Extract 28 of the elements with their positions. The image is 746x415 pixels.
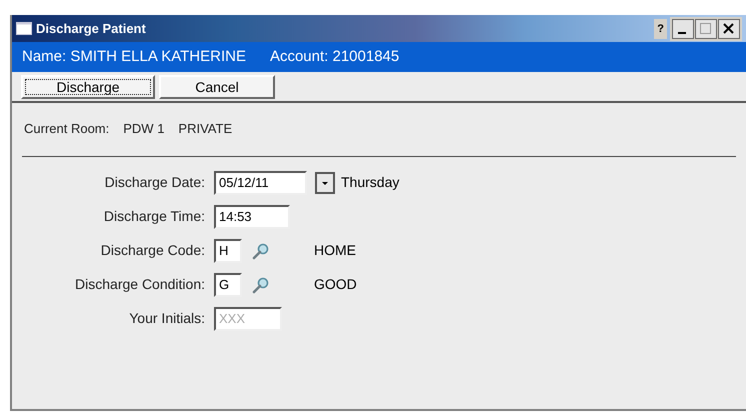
code-description: HOME [314,241,356,260]
account-number: Account: 21001845 [270,46,400,67]
search-icon[interactable] [252,242,270,260]
dialog-button[interactable]: Cancel [159,75,275,99]
field-label: Discharge Date: [104,173,206,192]
minimize-icon[interactable] [672,18,694,38]
day-name: Thursday [341,173,400,192]
code-field[interactable]: H [214,238,242,262]
field-label: Your Initials: [128,309,206,328]
field-label: Discharge Condition: [74,275,206,294]
dropdown-button[interactable] [315,172,335,194]
time-field[interactable]: 14:53 [214,204,290,228]
room-type: PRIVATE [178,120,232,138]
field-label: Discharge Time: [102,207,206,226]
date-field[interactable]: 05/12/11 [214,170,307,194]
search-icon[interactable] [252,276,270,294]
field-label: Discharge Code: [100,241,206,260]
window-title: Discharge Patient [36,20,146,38]
code-description: GOOD [314,275,357,294]
room-label: Current Room: [24,120,110,138]
dialog-button[interactable]: Discharge [21,75,155,99]
maximize-icon[interactable] [695,18,717,38]
room-number: PDW 1 [123,120,164,138]
patient-name: Name: SMITH ELLA KATHERINE [22,46,246,67]
window-icon [16,22,32,35]
code-field[interactable]: G [214,272,242,296]
close-icon[interactable] [718,18,740,38]
help-button[interactable]: ? [654,18,667,38]
